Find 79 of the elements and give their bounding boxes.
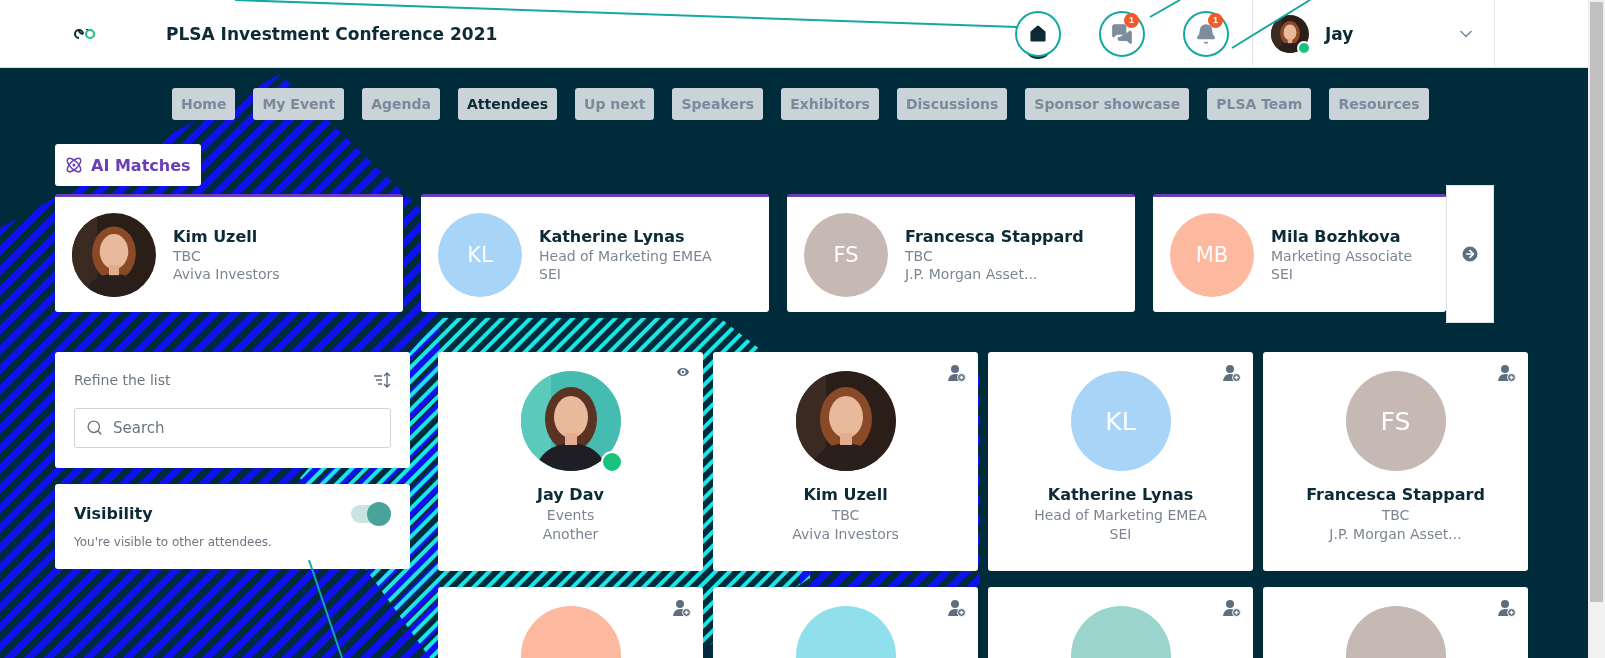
nav-tab[interactable]: Attendees [458, 88, 558, 120]
attendee-company: Another [542, 526, 599, 542]
add-user-icon[interactable] [948, 599, 966, 617]
avatar: MB [1170, 212, 1254, 297]
add-user-icon[interactable] [948, 364, 966, 382]
user-name: Jay [1325, 23, 1355, 44]
match-name: Mila Bozhkova [1271, 227, 1402, 246]
attendee-name: Jay Dav [537, 485, 604, 504]
add-user-icon[interactable] [1223, 599, 1241, 617]
scrollbar[interactable] [1588, 0, 1605, 658]
nav-tab[interactable]: Resources [1329, 88, 1429, 120]
attendee-title: TBC [1381, 507, 1410, 523]
ai-matches-button[interactable]: AI Matches [55, 144, 201, 186]
filter-heading: Refine the list [74, 372, 171, 388]
visibility-note: You're visible to other attendees. [74, 535, 273, 549]
nav-tab[interactable]: Agenda [362, 88, 440, 120]
nav-tab[interactable]: Home [172, 88, 236, 120]
sort-icon [373, 372, 391, 388]
avatar: KL [1070, 371, 1171, 471]
match-card[interactable]: KL Katherine Lynas Head of Marketing EMEA SEI [421, 194, 769, 312]
home-icon [1027, 22, 1049, 45]
notification-badge: 1 [1124, 12, 1139, 28]
attendee-name: Kim Uzell [803, 485, 888, 504]
bell-button[interactable]: 1 [1183, 10, 1229, 57]
nav-tab[interactable]: Sponsor showcase [1025, 88, 1190, 120]
attendee-card[interactable]: Jay Dav Events Another [438, 352, 703, 571]
attendee-card[interactable]: KL Katherine Lynas Head of Marketing EMEA SEI [988, 352, 1253, 571]
nav-tab[interactable]: Discussions [896, 88, 1008, 120]
attendee-title: TBC [831, 507, 860, 523]
match-card[interactable]: Kim Uzell TBC Aviva Investors [55, 194, 403, 312]
bell-icon [1195, 22, 1217, 45]
attendee-title: Events [546, 507, 595, 523]
add-user-icon[interactable] [1498, 364, 1516, 382]
match-company: SEI [539, 266, 562, 282]
search-field[interactable]: Search [74, 408, 391, 448]
logo-icon [74, 28, 95, 39]
attendee-company: J.P. Morgan Asset... [1329, 526, 1462, 542]
attendee-name: Katherine Lynas [1047, 485, 1194, 504]
match-company: SEI [1271, 266, 1294, 282]
attendee-card[interactable]: FS Francesca Stappard TBC J.P. Morgan Asset... [1263, 352, 1528, 571]
avatar: KL [438, 212, 522, 297]
event-title: PLSA Investment Conference 2021 [166, 23, 499, 44]
nav-tab[interactable]: PLSA Team [1207, 88, 1312, 120]
match-company: J.P. Morgan Asset... [905, 266, 1039, 282]
attendee-name: Francesca Stappard [1306, 485, 1485, 504]
match-name: Katherine Lynas [539, 227, 686, 246]
match-card[interactable]: FS Francesca Stappard TBC J.P. Morgan Asset... [787, 194, 1135, 312]
match-company: Aviva Investors [173, 266, 280, 282]
attendee-card[interactable]: Kim Uzell TBC Aviva Investors [713, 352, 978, 571]
next-button[interactable] [1446, 185, 1494, 323]
avatar: FS [1345, 371, 1446, 471]
nav-tab[interactable]: Up next [575, 88, 655, 120]
match-title: Marketing Associate [1271, 248, 1413, 264]
attendee-company: Aviva Investors [792, 526, 899, 542]
add-user-icon[interactable] [1498, 599, 1516, 617]
visibility-heading: Visibility [74, 504, 153, 523]
avatar: FS [804, 212, 888, 297]
match-title: Head of Marketing EMEA [539, 248, 712, 264]
match-name: Francesca Stappard [905, 227, 1084, 246]
attendee-title: Head of Marketing EMEA [1034, 507, 1207, 523]
annotation-line [1149, 0, 1181, 18]
add-user-icon[interactable] [1223, 364, 1241, 382]
match-title: TBC [173, 248, 202, 264]
nav-tab[interactable]: My Event [253, 88, 345, 120]
match-card[interactable]: MB Mila Bozhkova Marketing Associate SEI [1153, 194, 1446, 312]
nav-tab[interactable]: Speakers [672, 88, 764, 120]
add-user-icon[interactable] [673, 599, 691, 617]
arrow-right-icon [1460, 244, 1480, 264]
atom-icon [65, 156, 83, 174]
match-name: Kim Uzell [173, 227, 259, 246]
nav-tab[interactable]: Exhibitors [781, 88, 879, 120]
chat-icon [1111, 22, 1133, 45]
notification-badge: 1 [1208, 12, 1223, 28]
home-button[interactable] [1015, 10, 1061, 57]
attendee-company: SEI [1109, 526, 1132, 542]
match-title: TBC [905, 248, 934, 264]
visibility-toggle[interactable] [351, 504, 391, 523]
search-icon [86, 419, 103, 436]
chat-button[interactable]: 1 [1099, 10, 1145, 57]
